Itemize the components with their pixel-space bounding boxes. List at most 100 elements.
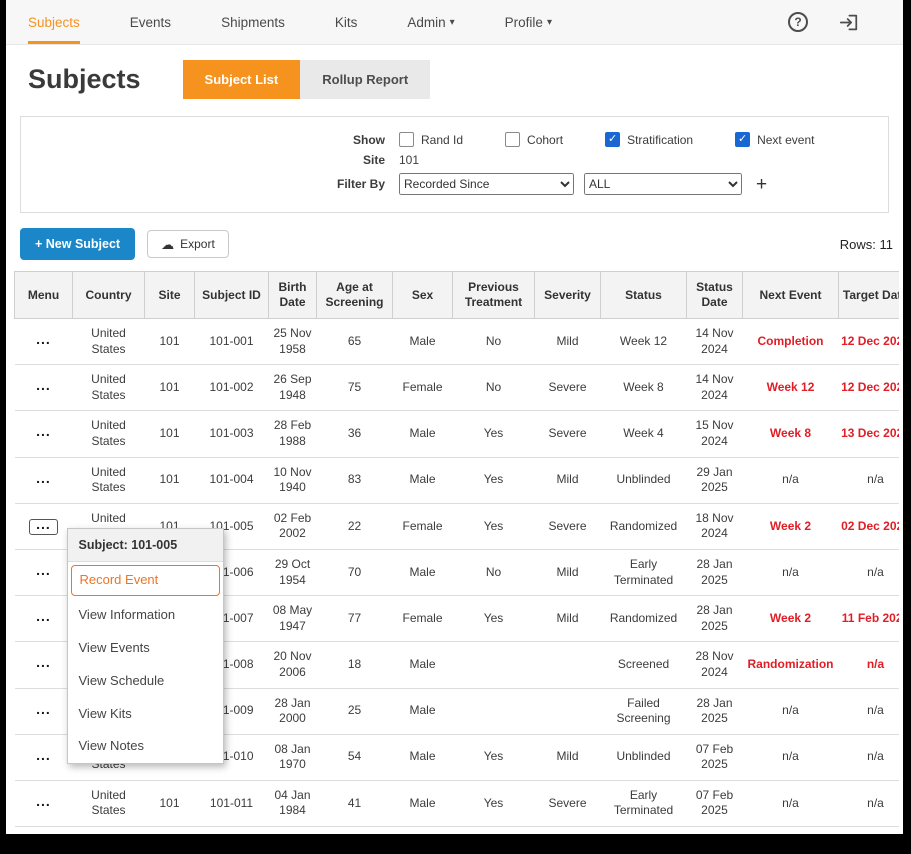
cell-age: 65 — [317, 319, 393, 365]
cell-status-date: 18 Nov 2024 — [687, 503, 743, 549]
column-header-site: Site — [145, 272, 195, 319]
cell-menu: ... — [15, 549, 73, 595]
cell-menu: ... Subject: 101-005 Record EventView In… — [15, 503, 73, 549]
filter-panel: Show Rand IdCohort✓Stratification✓Next e… — [20, 116, 889, 213]
nav-item-label: Subjects — [28, 15, 80, 30]
cell-age: 83 — [317, 457, 393, 503]
cell-status: Screened — [601, 642, 687, 688]
row-menu-button[interactable]: ... — [29, 750, 58, 766]
cell-previous-treatment: Yes — [453, 503, 535, 549]
target-date-value: n/a — [867, 472, 884, 486]
cell-menu: ... — [15, 596, 73, 642]
filter-value-select[interactable]: ALL — [584, 173, 742, 195]
column-header-previous-treatment: Previous Treatment — [453, 272, 535, 319]
context-menu-item-view-information[interactable]: View Information — [68, 599, 223, 632]
checked-checkbox-icon[interactable]: ✓ — [735, 132, 750, 147]
target-date-value: n/a — [867, 657, 884, 671]
context-menu: Subject: 101-005 Record EventView Inform… — [67, 528, 224, 765]
table-row: ...United States101101-00328 Feb 198836M… — [15, 411, 900, 457]
nav-item-kits[interactable]: Kits — [335, 0, 358, 44]
checked-checkbox-icon[interactable]: ✓ — [605, 132, 620, 147]
target-date-value: n/a — [867, 749, 884, 763]
row-menu-button[interactable]: ... — [29, 473, 58, 489]
filter-type-select[interactable]: Recorded Since — [399, 173, 574, 195]
checkbox-next-event[interactable]: ✓Next event — [735, 132, 814, 147]
help-icon[interactable]: ? — [788, 12, 808, 32]
cell-status-date: 28 Jan 2025 — [687, 688, 743, 734]
row-menu-button[interactable]: ... — [29, 565, 58, 581]
next-event-value: Week 2 — [770, 519, 811, 533]
cell-birth-date: 10 Nov 1940 — [269, 457, 317, 503]
row-menu-button[interactable]: ... — [29, 334, 58, 350]
table-row: ...United States101101-01104 Jan 198441M… — [15, 780, 900, 826]
unchecked-checkbox-icon[interactable] — [399, 132, 414, 147]
cell-status: Early Terminated — [601, 780, 687, 826]
cell-birth-date: 25 Nov 1958 — [269, 319, 317, 365]
subject-table: MenuCountrySiteSubject IDBirth DateAge a… — [14, 271, 899, 827]
cell-status: Randomized — [601, 596, 687, 642]
cell-site: 101 — [145, 780, 195, 826]
table-row: ... Subject: 101-005 Record EventView In… — [15, 503, 900, 549]
cell-age: 70 — [317, 549, 393, 595]
tab-subject-list[interactable]: Subject List — [183, 60, 301, 99]
cell-birth-date: 20 Nov 2006 — [269, 642, 317, 688]
cell-previous-treatment: No — [453, 365, 535, 411]
context-menu-item-record-event[interactable]: Record Event — [71, 565, 220, 596]
tab-rollup-report[interactable]: Rollup Report — [300, 60, 430, 99]
context-menu-item-view-events[interactable]: View Events — [68, 632, 223, 665]
row-menu-button[interactable]: ... — [29, 380, 58, 396]
context-menu-item-view-schedule[interactable]: View Schedule — [68, 665, 223, 698]
row-menu-button[interactable]: ... — [29, 426, 58, 442]
column-header-country: Country — [73, 272, 145, 319]
checkbox-label: Stratification — [627, 133, 693, 147]
nav-item-label: Shipments — [221, 15, 285, 30]
column-header-target-date: Target Date — [839, 272, 900, 319]
cell-site: 101 — [145, 319, 195, 365]
context-menu-item-view-kits[interactable]: View Kits — [68, 698, 223, 731]
logout-icon[interactable] — [838, 13, 859, 32]
cell-subject-id: 101-002 — [195, 365, 269, 411]
cell-status-date: 29 Jan 2025 — [687, 457, 743, 503]
row-menu-button[interactable]: ... — [29, 611, 58, 627]
rows-count: Rows: 11 — [840, 237, 893, 252]
add-filter-button[interactable]: + — [756, 175, 767, 194]
cell-country: United States — [73, 457, 145, 503]
nav-item-shipments[interactable]: Shipments — [221, 0, 285, 44]
app-window: Subjects Events Shipments Kits Admin▾ Profile… — [6, 0, 903, 834]
next-event-value: n/a — [782, 472, 799, 486]
nav-item-profile[interactable]: Profile▾ — [505, 0, 552, 44]
filter-by-row: Filter By Recorded Since ALL + — [21, 173, 880, 195]
cell-severity: Mild — [535, 319, 601, 365]
checkbox-cohort[interactable]: Cohort — [505, 132, 563, 147]
context-menu-title: Subject: 101-005 — [68, 529, 223, 562]
row-menu-button[interactable]: ... — [29, 657, 58, 673]
nav-item-label: Profile — [505, 15, 543, 30]
table-header-row: MenuCountrySiteSubject IDBirth DateAge a… — [15, 272, 900, 319]
checkbox-rand-id[interactable]: Rand Id — [399, 132, 463, 147]
context-menu-item-view-notes[interactable]: View Notes — [68, 730, 223, 763]
top-nav: Subjects Events Shipments Kits Admin▾ Profile… — [6, 0, 903, 45]
column-header-birth-date: Birth Date — [269, 272, 317, 319]
nav-item-admin[interactable]: Admin▾ — [407, 0, 454, 44]
next-event-value: n/a — [782, 703, 799, 717]
nav-item-events[interactable]: Events — [130, 0, 171, 44]
cell-next-event: n/a — [743, 457, 839, 503]
new-subject-button[interactable]: + New Subject — [20, 228, 135, 260]
nav-item-subjects[interactable]: Subjects — [28, 0, 80, 44]
row-menu-button[interactable]: ... — [29, 704, 58, 720]
export-button[interactable]: ☁ Export — [147, 230, 229, 258]
row-menu-button[interactable]: ... — [29, 796, 58, 812]
cell-previous-treatment — [453, 688, 535, 734]
checkbox-label: Cohort — [527, 133, 563, 147]
cell-status: Unblinded — [601, 734, 687, 780]
next-event-value: Week 12 — [767, 380, 815, 394]
cell-status-date: 28 Nov 2024 — [687, 642, 743, 688]
cell-site: 101 — [145, 411, 195, 457]
row-menu-button[interactable]: ... — [29, 519, 58, 535]
unchecked-checkbox-icon[interactable] — [505, 132, 520, 147]
checkbox-stratification[interactable]: ✓ Stratification — [605, 132, 693, 147]
cell-severity: Mild — [535, 549, 601, 595]
cell-previous-treatment: Yes — [453, 411, 535, 457]
cell-subject-id: 101-004 — [195, 457, 269, 503]
table-row: ...United States101101-00226 Sep 194875F… — [15, 365, 900, 411]
